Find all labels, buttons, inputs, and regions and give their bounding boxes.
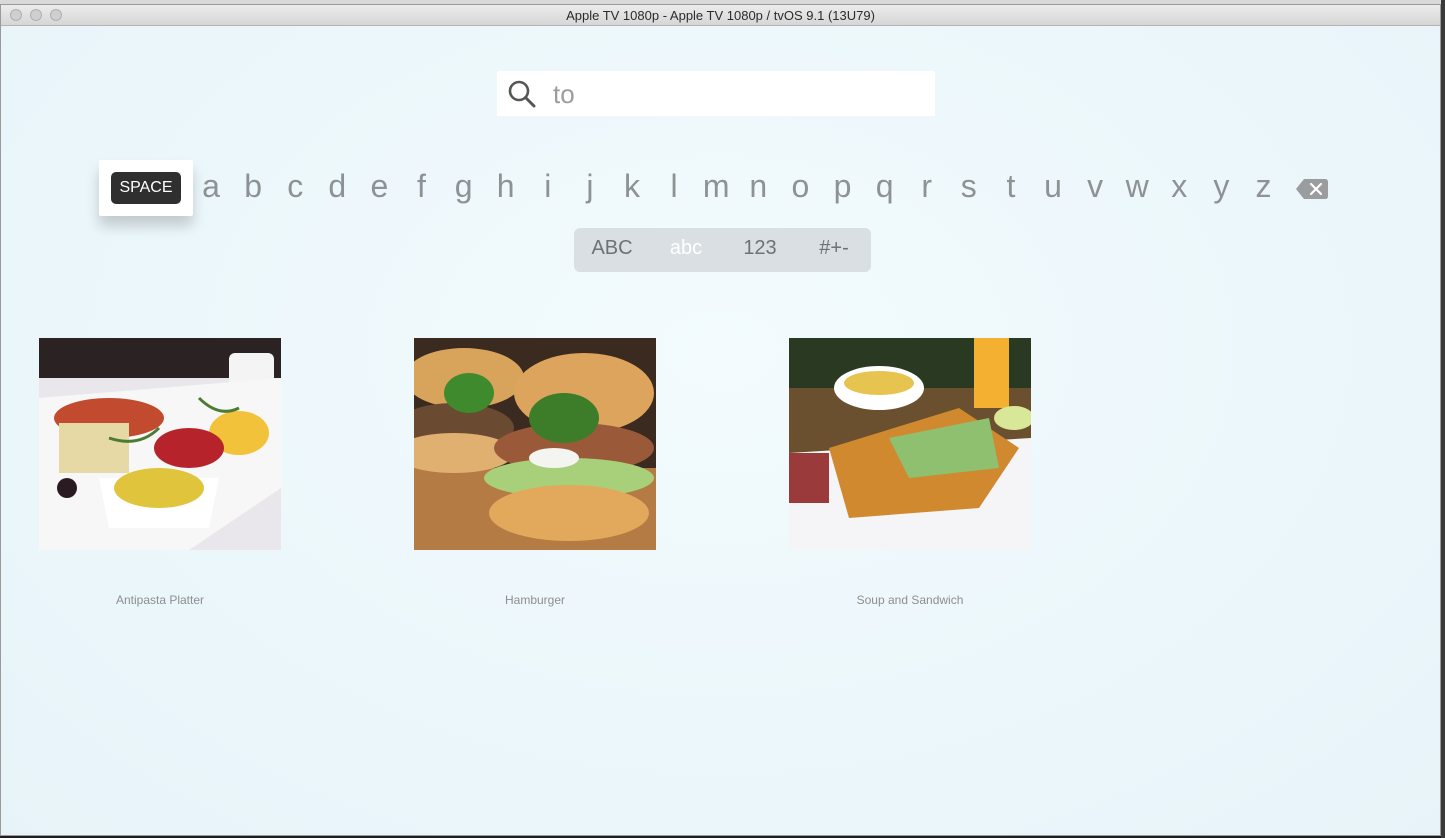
key-p[interactable]: p xyxy=(826,168,860,205)
key-x[interactable]: x xyxy=(1162,168,1196,205)
key-e[interactable]: e xyxy=(362,168,396,205)
result-image-hamburger[interactable] xyxy=(414,338,656,550)
key-c[interactable]: c xyxy=(278,168,312,205)
search-icon xyxy=(508,80,536,108)
search-input-text: to xyxy=(553,79,575,109)
mode-numbers[interactable]: 123 xyxy=(725,237,795,260)
key-a[interactable]: a xyxy=(194,168,228,205)
key-z[interactable]: z xyxy=(1247,168,1281,205)
space-key-label: SPACE xyxy=(111,172,181,204)
result-title: Hamburger xyxy=(504,593,566,607)
delete-key[interactable] xyxy=(1295,178,1329,200)
key-b[interactable]: b xyxy=(236,168,270,205)
mode-uppercase[interactable]: ABC xyxy=(577,237,647,260)
key-r[interactable]: r xyxy=(910,168,944,205)
result-image-soup-sandwich[interactable] xyxy=(789,338,1031,550)
window-titlebar[interactable]: Apple TV 1080p - Apple TV 1080p / tvOS 9… xyxy=(1,5,1440,26)
key-v[interactable]: v xyxy=(1078,168,1112,205)
key-l[interactable]: l xyxy=(657,168,691,205)
key-s[interactable]: s xyxy=(952,168,986,205)
key-g[interactable]: g xyxy=(447,168,481,205)
search-field[interactable]: to xyxy=(497,71,935,116)
antipasta-image xyxy=(39,338,281,550)
tv-screen: to SPACE abcdefghijklmnopqrstuvwxyz ABC … xyxy=(1,26,1440,835)
key-y[interactable]: y xyxy=(1204,168,1238,205)
key-d[interactable]: d xyxy=(320,168,354,205)
mode-symbols[interactable]: #+- xyxy=(799,237,869,260)
hamburger-image xyxy=(414,338,656,550)
key-m[interactable]: m xyxy=(699,168,733,205)
key-n[interactable]: n xyxy=(741,168,775,205)
key-u[interactable]: u xyxy=(1036,168,1070,205)
key-q[interactable]: q xyxy=(868,168,902,205)
key-j[interactable]: j xyxy=(573,168,607,205)
soup-sandwich-image xyxy=(789,338,1031,550)
result-title: Soup and Sandwich xyxy=(856,593,964,607)
desktop-background-edge xyxy=(1441,0,1445,838)
space-key[interactable]: SPACE xyxy=(99,160,193,216)
key-k[interactable]: k xyxy=(615,168,649,205)
result-title: Antipasta Platter xyxy=(115,593,205,607)
key-o[interactable]: o xyxy=(783,168,817,205)
window-title: Apple TV 1080p - Apple TV 1080p / tvOS 9… xyxy=(566,8,875,23)
key-t[interactable]: t xyxy=(994,168,1028,205)
key-i[interactable]: i xyxy=(531,168,565,205)
keyboard-row: SPACE abcdefghijklmnopqrstuvwxyz xyxy=(1,160,1440,220)
key-f[interactable]: f xyxy=(405,168,439,205)
simulator-window: Apple TV 1080p - Apple TV 1080p / tvOS 9… xyxy=(0,4,1441,836)
mode-lowercase[interactable]: abc xyxy=(651,237,721,260)
backspace-icon xyxy=(1296,179,1328,199)
keyboard-mode-selector: ABC abc 123 #+- xyxy=(574,228,871,272)
key-h[interactable]: h xyxy=(489,168,523,205)
key-w[interactable]: w xyxy=(1120,168,1154,205)
result-image-antipasta[interactable] xyxy=(39,338,281,550)
